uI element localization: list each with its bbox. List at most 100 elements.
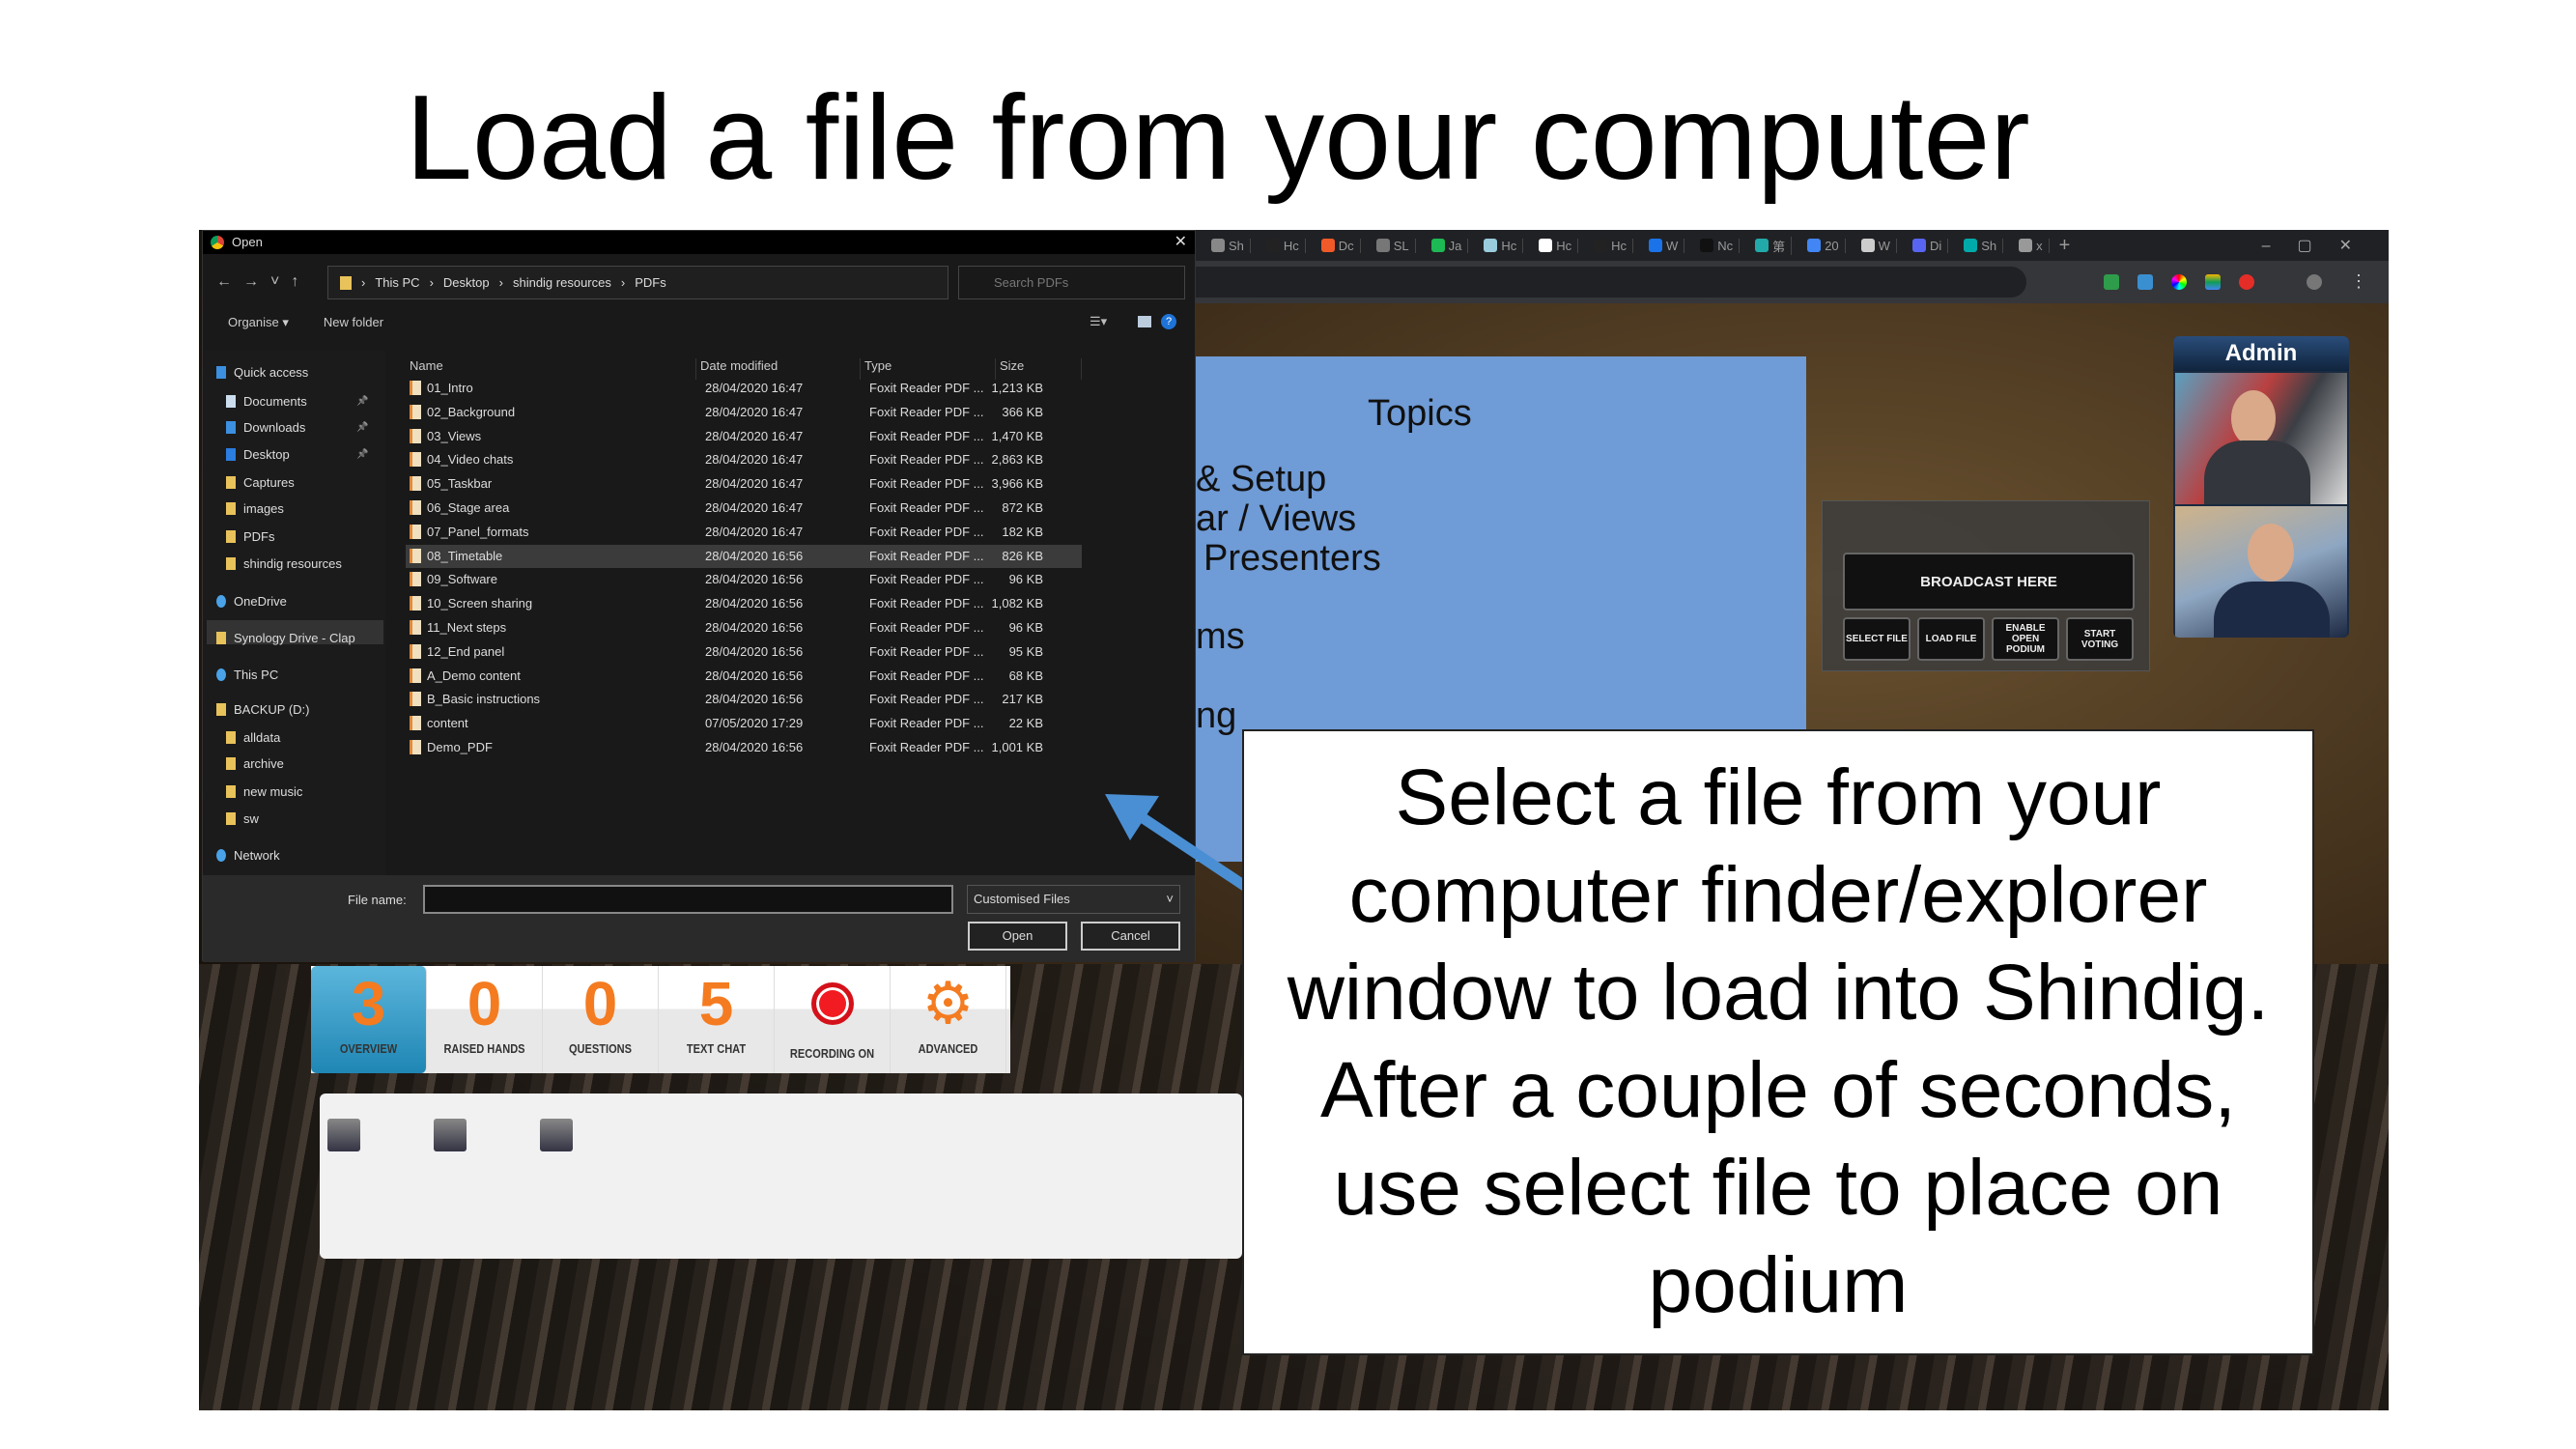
open-button[interactable]: Open [968,922,1067,951]
browser-tab[interactable]: Dc [1316,238,1361,253]
breadcrumb-item[interactable]: shindig resources [513,275,611,290]
admin-label: Admin [2173,336,2349,371]
file-row[interactable]: 08_Timetable 28/04/2020 16:56 Foxit Reader… [406,544,1082,568]
nav-item-images[interactable]: images [226,501,284,516]
profile-avatar[interactable] [2307,274,2322,290]
nav-item-archive[interactable]: archive [226,756,284,771]
nav-item-desktop[interactable]: Desktop 📌 [226,447,368,462]
navigation-buttons[interactable]: ←→˅↑ [216,273,310,291]
toolbar-tile-raised-hands[interactable]: 0 RAISED HANDS [427,966,543,1073]
nav-item-network[interactable]: Network [216,848,280,863]
breadcrumb-item[interactable]: This PC [375,275,419,290]
participant-avatar[interactable] [540,1119,573,1151]
file-row[interactable]: content 07/05/2020 17:29 Foxit Reader PDF … [406,712,1082,735]
nav-item-documents[interactable]: Documents 📌 [226,394,368,409]
browser-tab[interactable]: 20 [1801,238,1846,253]
extension-icon[interactable] [2239,274,2254,290]
folder-icon [226,730,236,744]
new-tab-button[interactable]: + [2059,235,2071,257]
nav-item-quick-access[interactable]: Quick access [216,365,308,380]
browser-tab[interactable]: SL [1371,238,1416,253]
file-size: 1,001 KB [991,740,1044,754]
file-name-input[interactable] [423,885,953,914]
file-row[interactable]: 02_Background 28/04/2020 16:47 Foxit Reade… [406,401,1082,424]
browser-tab[interactable]: Hc [1478,238,1524,253]
extension-icon[interactable] [2171,274,2187,290]
file-row[interactable]: 07_Panel_formats 28/04/2020 16:47 Foxit Re… [406,521,1082,544]
file-row[interactable]: 11_Next steps 28/04/2020 16:56 Foxit Reade… [406,616,1082,639]
extension-icon[interactable] [2104,274,2119,290]
tile-label: RECORDING ON [789,1046,875,1061]
toolbar-tile-advanced[interactable]: ⚙ ADVANCED [891,966,1006,1073]
nav-item-alldata[interactable]: alldata [226,730,280,745]
search-input[interactable]: Search PDFs [958,266,1185,299]
pin-icon[interactable]: 📌 [356,449,368,460]
file-row[interactable]: 03_Views 28/04/2020 16:47 Foxit Reader PDF… [406,425,1082,448]
broadcast-here-button[interactable]: BROADCAST HERE [1843,553,2135,611]
toolbar-tile-overview[interactable]: 3 OVERVIEW [311,966,427,1073]
dialog-title: Open [203,231,1195,254]
file-row[interactable]: 05_Taskbar 28/04/2020 16:47 Foxit Reader P… [406,472,1082,496]
new-folder-button[interactable]: New folder [324,315,383,330]
enable-open-podium-button[interactable]: ENABLE OPEN PODIUM [1992,617,2059,661]
file-row[interactable]: 12_End panel 28/04/2020 16:56 Foxit Reader… [406,640,1082,664]
nav-item-new-music[interactable]: new music [226,784,302,799]
browser-tab-active[interactable]: x [2013,238,2050,253]
camera-icon[interactable] [2046,274,2061,290]
close-tab-icon[interactable]: x [2036,239,2043,253]
close-icon[interactable]: ✕ [1175,231,1187,254]
nav-item-onedrive[interactable]: OneDrive [216,594,287,609]
load-file-button[interactable]: LOAD FILE [1917,617,1985,661]
organise-menu[interactable]: Organise ▾ [228,315,289,330]
nav-item-downloads[interactable]: Downloads 📌 [226,420,368,435]
pin-icon[interactable]: 📌 [356,422,368,433]
browser-tab[interactable]: Di [1907,238,1949,253]
view-options-icon[interactable]: ☰▾ [1090,314,1107,329]
participant-avatar[interactable] [434,1119,467,1151]
nav-item-synology-drive-clap[interactable]: Synology Drive - Clap [216,631,355,645]
browser-tab[interactable]: Sh [1958,238,2004,253]
file-row[interactable]: 06_Stage area 28/04/2020 16:47 Foxit Reade… [406,497,1082,520]
toolbar-tile-text-chat[interactable]: 5 TEXT CHAT [659,966,775,1073]
nav-item-pdfs[interactable]: PDFs [226,529,275,544]
cancel-button[interactable]: Cancel [1081,922,1180,951]
select-file-button[interactable]: SELECT FILE [1843,617,1911,661]
file-row[interactable]: 01_Intro 28/04/2020 16:47 Foxit Reader PDF… [406,377,1082,400]
help-icon[interactable]: ? [1161,314,1176,329]
nav-item-shindig-resources[interactable]: shindig resources [226,556,342,571]
breadcrumb-item[interactable]: Desktop [443,275,490,290]
file-row[interactable]: 04_Video chats 28/04/2020 16:47 Foxit Read… [406,448,1082,471]
nav-item-this-pc[interactable]: This PC [216,668,278,682]
toolbar-tile-recording-on[interactable]: RECORDING ON [775,966,891,1073]
browser-tab[interactable]: Nc [1694,238,1741,253]
browser-tab[interactable]: W [1643,238,1685,253]
window-controls[interactable]: –▢✕ [2262,236,2379,255]
file-row[interactable]: B_Basic instructions 28/04/2020 16:56 Foxi… [406,688,1082,711]
start-voting-button[interactable]: START VOTING [2066,617,2134,661]
file-row[interactable]: 09_Software 28/04/2020 16:56 Foxit Reader … [406,568,1082,591]
browser-tab[interactable]: 第 [1749,236,1793,255]
breadcrumb[interactable]: › This PC › Desktop › shindig resources › PDFs [327,266,948,299]
extension-icon[interactable] [2137,274,2153,290]
browser-tab[interactable]: Ja [1426,238,1469,253]
breadcrumb-item[interactable]: PDFs [635,275,666,290]
file-row[interactable]: 10_Screen sharing 28/04/2020 16:56 Foxit R… [406,592,1082,615]
participant-avatar[interactable] [327,1119,360,1151]
nav-item-sw[interactable]: sw [226,811,259,826]
file-row[interactable]: Demo_PDF 28/04/2020 16:56 Foxit Reader PDF… [406,736,1082,759]
address-bar[interactable] [1196,267,2026,298]
preview-pane-icon[interactable] [1138,316,1151,327]
nav-item-backup-d-[interactable]: BACKUP (D:) [216,702,310,717]
browser-tab[interactable]: Hc [1588,238,1633,253]
drive-icon[interactable] [2205,274,2221,290]
browser-tab[interactable]: Hc [1260,238,1306,253]
pin-icon[interactable]: 📌 [356,396,368,407]
nav-item-captures[interactable]: Captures [226,475,295,490]
menu-icon[interactable]: ⋮ [2350,272,2367,290]
browser-tab[interactable]: Hc [1533,238,1579,253]
browser-tab[interactable]: Sh [1205,238,1251,253]
file-row[interactable]: A_Demo content 28/04/2020 16:56 Foxit Read… [406,665,1082,688]
file-date: 28/04/2020 16:56 [705,620,804,635]
toolbar-tile-questions[interactable]: 0 QUESTIONS [543,966,659,1073]
browser-tab[interactable]: W [1855,238,1897,253]
